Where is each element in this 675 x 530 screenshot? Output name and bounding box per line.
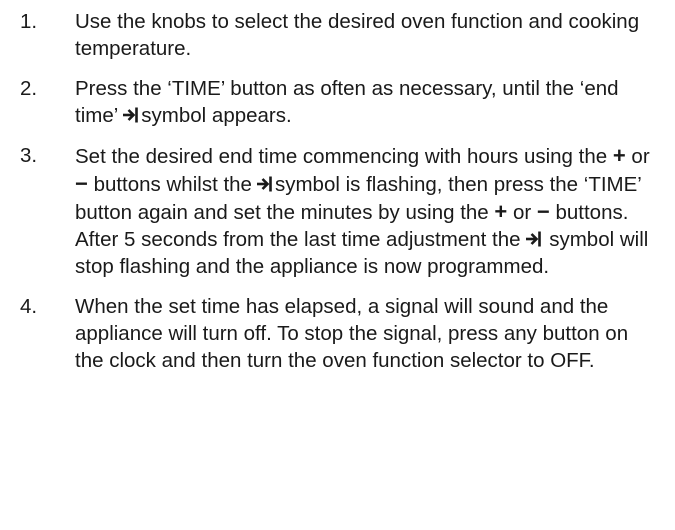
- plus-symbol: +: [612, 143, 626, 168]
- step-text: Set the desired end time commencing with…: [75, 143, 650, 278]
- instruction-list: 1. Use the knobs to select the desired o…: [0, 0, 675, 530]
- step-text: When the set time has elapsed, a signal …: [75, 295, 629, 372]
- step-text: Use the knobs to select the desired oven…: [75, 10, 640, 60]
- step-number: 1.: [20, 10, 38, 33]
- step-4: 4. When the set time has elapsed, a sign…: [0, 293, 675, 374]
- end-time-arrow-icon: [525, 231, 542, 247]
- end-time-arrow-icon: [256, 176, 273, 192]
- step-3: 3. Set the desired end time commencing w…: [0, 142, 675, 280]
- step-number: 2.: [20, 77, 38, 100]
- step-number: 4.: [20, 295, 38, 318]
- minus-symbol: −: [75, 171, 88, 196]
- plus-symbol: +: [494, 199, 508, 224]
- step-text: Press the ‘TIME’ button as often as nece…: [75, 77, 619, 127]
- minus-symbol: −: [536, 199, 550, 224]
- end-time-arrow-icon: [122, 107, 139, 123]
- step-1: 1. Use the knobs to select the desired o…: [0, 8, 675, 62]
- step-2: 2. Press the ‘TIME’ button as often as n…: [0, 75, 675, 129]
- step-number: 3.: [20, 144, 38, 167]
